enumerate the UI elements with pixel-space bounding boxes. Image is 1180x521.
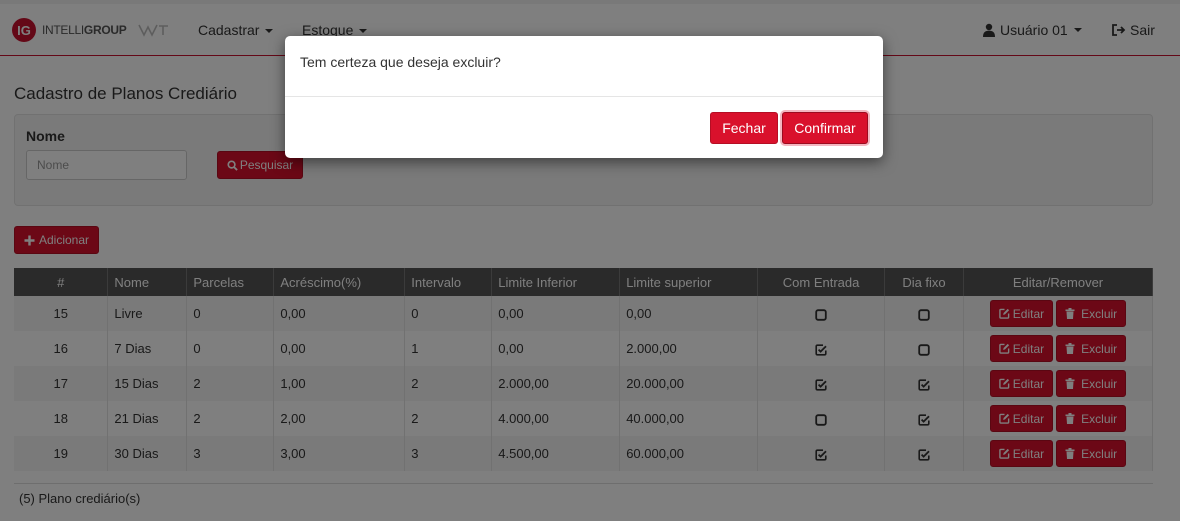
modal-message: Tem certeza que deseja excluir? xyxy=(300,54,501,70)
confirm-delete-modal: Tem certeza que deseja excluir? Fechar C… xyxy=(285,36,883,158)
modal-divider xyxy=(285,96,883,97)
confirm-button[interactable]: Confirmar xyxy=(782,112,868,144)
close-button[interactable]: Fechar xyxy=(710,112,778,144)
